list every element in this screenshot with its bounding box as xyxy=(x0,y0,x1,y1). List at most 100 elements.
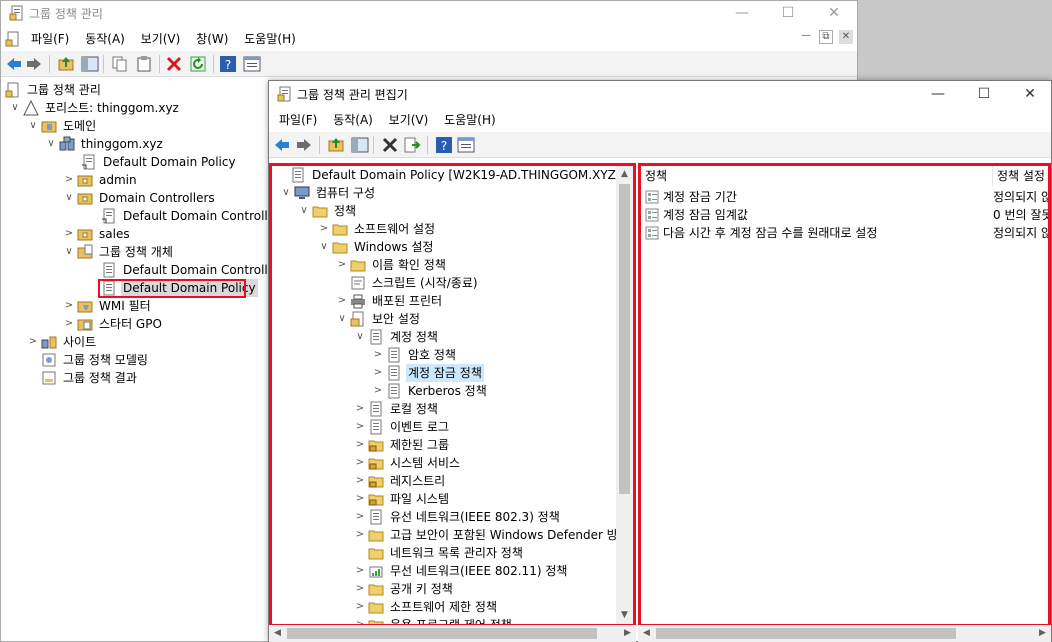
column-header-setting[interactable]: 정책 설정 xyxy=(993,166,1048,186)
copy-icon[interactable] xyxy=(111,55,129,73)
tree-horizontal-scrollbar[interactable]: ◀ ▶ xyxy=(269,625,636,642)
minimize-icon[interactable]: — xyxy=(915,82,961,106)
properties-icon[interactable] xyxy=(243,55,261,73)
expand-arrow-icon[interactable]: > xyxy=(63,315,75,333)
expand-arrow-icon[interactable]: > xyxy=(354,508,366,526)
svg-text:?: ? xyxy=(441,139,447,153)
help-icon[interactable]: ? xyxy=(219,55,237,73)
menu-help[interactable]: 도움말(H) xyxy=(438,109,502,131)
collapse-arrow-icon[interactable]: ∨ xyxy=(354,328,366,346)
security-settings-icon xyxy=(350,311,364,327)
mdi-minimize-icon[interactable]: — xyxy=(801,30,811,41)
scroll-left-icon[interactable]: ◀ xyxy=(269,625,286,642)
expand-arrow-icon[interactable]: > xyxy=(354,580,366,598)
menu-file[interactable]: 파일(F) xyxy=(273,109,323,131)
scroll-down-icon[interactable]: ▼ xyxy=(616,607,633,624)
toolbar-separator xyxy=(319,136,320,154)
collapse-arrow-icon[interactable]: ∨ xyxy=(336,310,348,328)
tree-item-label: 스크립트 (시작/종료) xyxy=(372,276,478,290)
tree-vertical-scrollbar[interactable]: ▲ ▼ xyxy=(616,166,633,624)
show-hide-tree-icon[interactable] xyxy=(81,55,99,73)
collapse-arrow-icon[interactable]: ∨ xyxy=(280,184,292,202)
scroll-right-icon[interactable]: ▶ xyxy=(619,625,636,642)
back-icon[interactable] xyxy=(5,55,23,73)
refresh-icon[interactable] xyxy=(189,55,207,73)
gpme-window: 그룹 정책 관리 편집기 — ☐ ✕ 파일(F) 동작(A) 보기(V) 도움말… xyxy=(268,80,1052,642)
scroll-right-icon[interactable]: ▶ xyxy=(1034,625,1051,642)
mdi-close-icon[interactable]: ✕ xyxy=(839,30,853,44)
policy-icon xyxy=(370,401,382,417)
expand-arrow-icon[interactable]: > xyxy=(318,220,330,238)
up-folder-icon[interactable] xyxy=(57,55,75,73)
expand-arrow-icon[interactable]: > xyxy=(354,400,366,418)
minimize-icon[interactable]: — xyxy=(719,1,765,25)
column-header-policy[interactable]: 정책 xyxy=(641,166,993,186)
expand-arrow-icon[interactable]: > xyxy=(354,526,366,544)
expand-arrow-icon[interactable]: > xyxy=(372,382,384,400)
menu-file[interactable]: 파일(F) xyxy=(25,28,75,50)
expand-arrow-icon[interactable]: > xyxy=(27,333,39,351)
menu-view[interactable]: 보기(V) xyxy=(135,28,187,50)
policy-icon xyxy=(388,347,400,363)
delete-icon[interactable] xyxy=(381,136,399,154)
collapse-arrow-icon[interactable]: ∨ xyxy=(45,135,57,153)
gpo-icon xyxy=(103,262,115,278)
scroll-up-icon[interactable]: ▲ xyxy=(616,166,633,183)
maximize-icon[interactable]: ☐ xyxy=(961,82,1007,106)
collapse-arrow-icon[interactable]: ∨ xyxy=(63,189,75,207)
collapse-arrow-icon[interactable]: ∨ xyxy=(9,99,21,117)
expand-arrow-icon[interactable]: > xyxy=(354,436,366,454)
policy-row[interactable]: 계정 잠금 임계값 0 번의 잘못된 로그온 시도 xyxy=(641,206,1048,224)
paste-icon[interactable] xyxy=(135,55,153,73)
menu-view[interactable]: 보기(V) xyxy=(383,109,435,131)
expand-arrow-icon[interactable]: > xyxy=(63,171,75,189)
modeling-icon xyxy=(42,353,56,367)
collapse-arrow-icon[interactable]: ∨ xyxy=(318,238,330,256)
expand-arrow-icon[interactable]: > xyxy=(336,256,348,274)
close-icon[interactable]: ✕ xyxy=(1007,82,1052,106)
expand-arrow-icon[interactable]: > xyxy=(63,225,75,243)
expand-arrow-icon[interactable]: > xyxy=(354,454,366,472)
close-icon[interactable]: ✕ xyxy=(811,1,857,25)
help-icon[interactable]: ? xyxy=(435,136,453,154)
properties-icon[interactable] xyxy=(457,136,475,154)
policy-icon xyxy=(370,509,382,525)
gpmc-titlebar[interactable]: 그룹 정책 관리 — ☐ ✕ xyxy=(1,1,857,25)
expand-arrow-icon[interactable]: > xyxy=(354,418,366,436)
mdi-restore-icon[interactable]: ⧉ xyxy=(819,30,833,44)
expand-arrow-icon[interactable]: > xyxy=(354,562,366,580)
expand-arrow-icon[interactable]: > xyxy=(354,490,366,508)
up-folder-icon[interactable] xyxy=(327,136,345,154)
policy-row[interactable]: 다음 시간 후 계정 잠금 수를 원래대로 설정 정의되지 않음 xyxy=(641,224,1048,242)
list-horizontal-scrollbar[interactable]: ◀ ▶ xyxy=(638,625,1051,642)
maximize-icon[interactable]: ☐ xyxy=(765,1,811,25)
scroll-left-icon[interactable]: ◀ xyxy=(638,625,655,642)
show-hide-tree-icon[interactable] xyxy=(351,136,369,154)
scroll-thumb[interactable] xyxy=(619,184,630,494)
forward-icon[interactable] xyxy=(25,55,43,73)
expand-arrow-icon[interactable]: > xyxy=(354,472,366,490)
policy-row[interactable]: 계정 잠금 기간 정의되지 않음 xyxy=(641,188,1048,206)
delete-icon[interactable] xyxy=(165,55,183,73)
folder-icon xyxy=(332,224,348,236)
scroll-thumb[interactable] xyxy=(287,628,597,639)
scroll-thumb[interactable] xyxy=(656,628,956,639)
export-list-icon[interactable] xyxy=(403,136,421,154)
collapse-arrow-icon[interactable]: ∨ xyxy=(63,243,75,261)
collapse-arrow-icon[interactable]: ∨ xyxy=(298,202,310,220)
expand-arrow-icon[interactable]: > xyxy=(372,346,384,364)
back-icon[interactable] xyxy=(273,136,291,154)
wmi-folder-icon xyxy=(77,301,93,313)
gpme-titlebar[interactable]: 그룹 정책 관리 편집기 — ☐ ✕ xyxy=(269,81,1051,107)
menu-help[interactable]: 도움말(H) xyxy=(238,28,302,50)
menu-action[interactable]: 동작(A) xyxy=(327,109,379,131)
collapse-arrow-icon[interactable]: ∨ xyxy=(27,117,39,135)
menu-window[interactable]: 창(W) xyxy=(190,28,234,50)
ou-folder-icon xyxy=(77,229,93,241)
menu-action[interactable]: 동작(A) xyxy=(79,28,131,50)
expand-arrow-icon[interactable]: > xyxy=(336,292,348,310)
expand-arrow-icon[interactable]: > xyxy=(372,364,384,382)
expand-arrow-icon[interactable]: > xyxy=(63,297,75,315)
expand-arrow-icon[interactable]: > xyxy=(354,598,366,616)
forward-icon[interactable] xyxy=(295,136,313,154)
